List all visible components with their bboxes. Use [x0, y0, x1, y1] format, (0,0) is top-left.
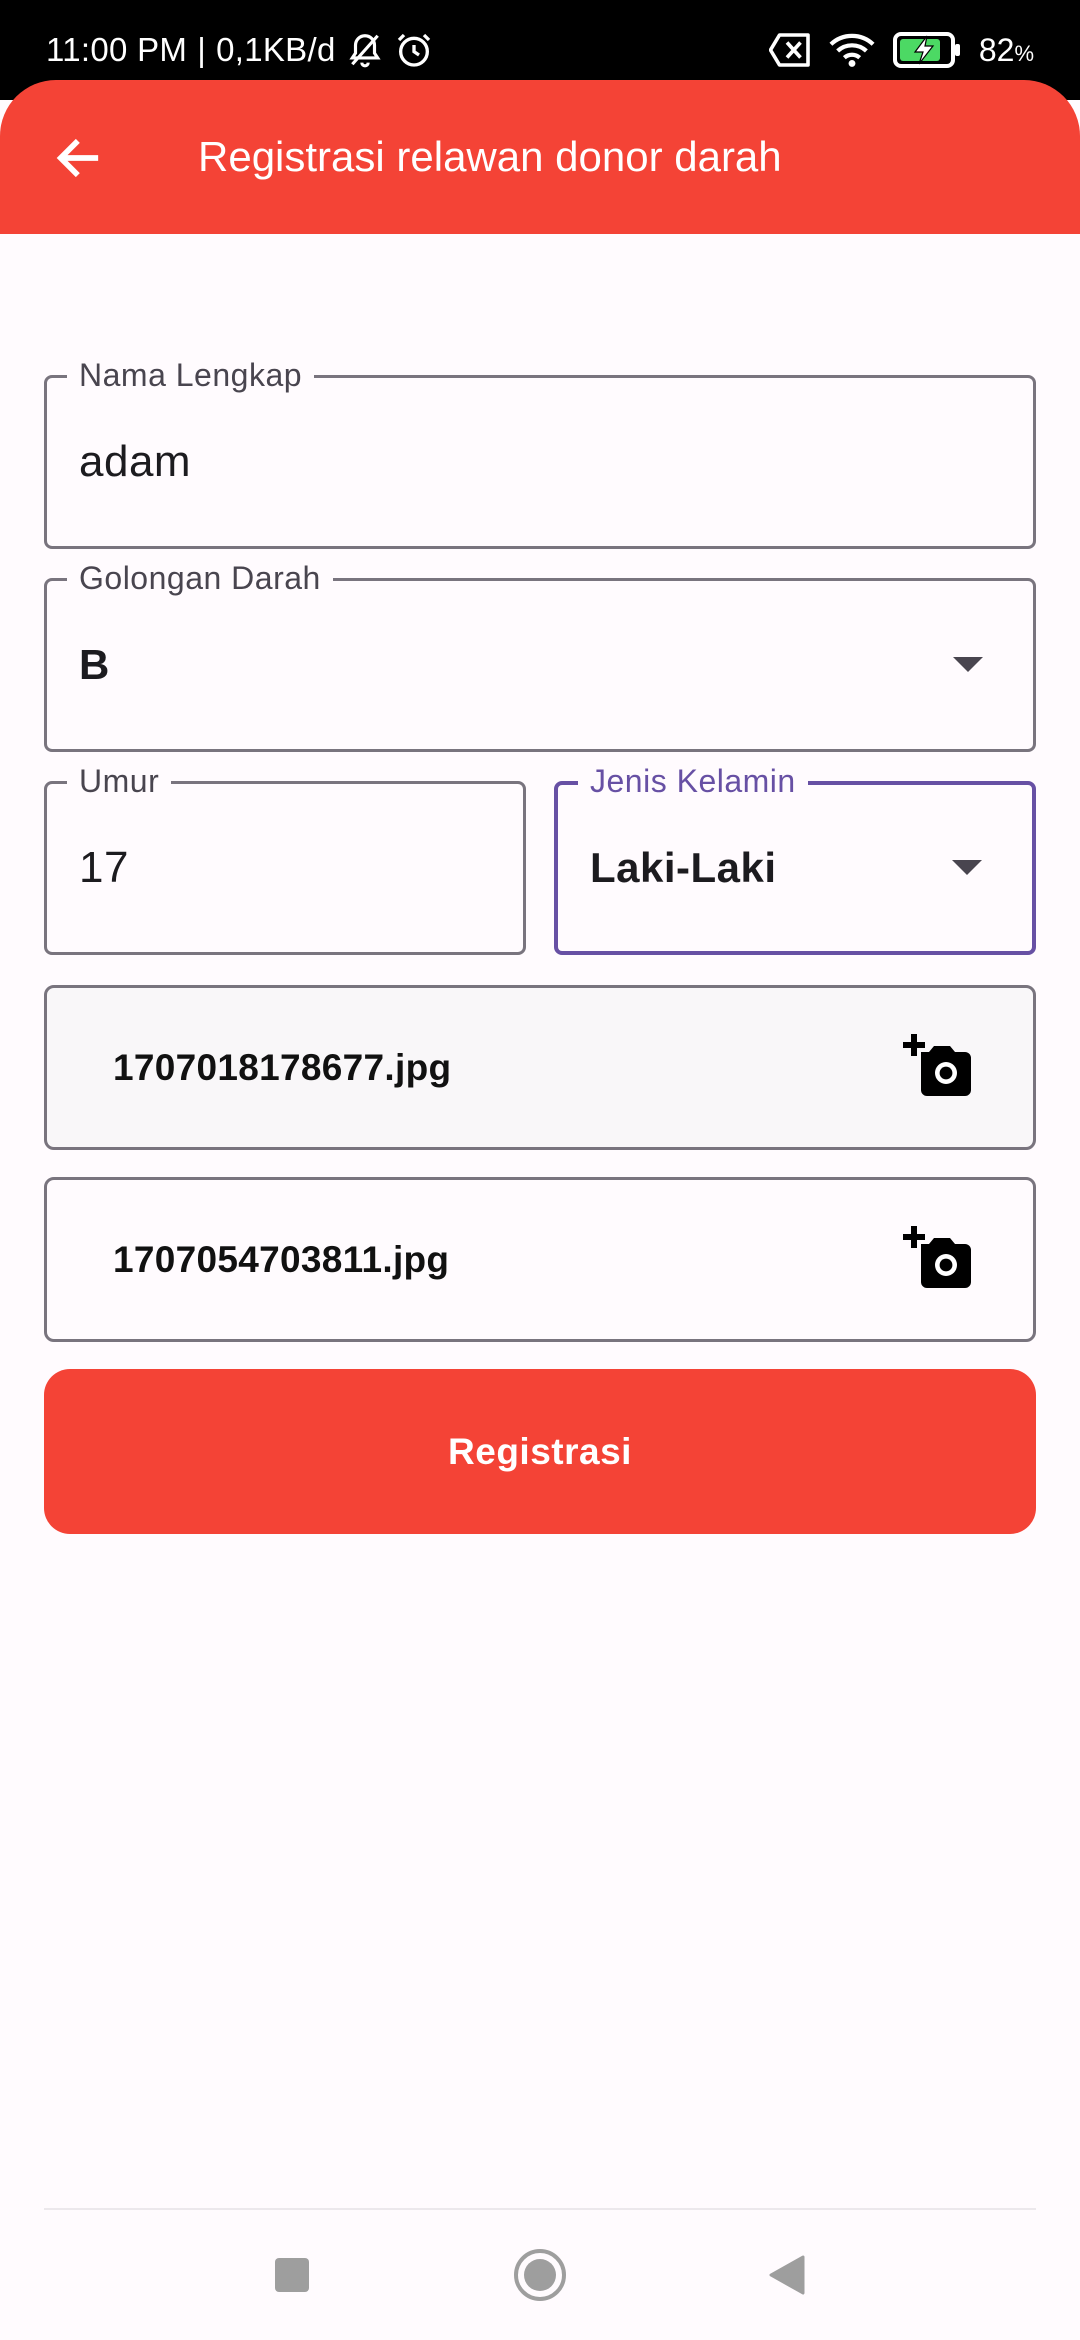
arrow-drop-down-icon [953, 657, 983, 672]
arrow-drop-down-icon [952, 860, 982, 875]
battery-percent-value: 82 [978, 31, 1015, 68]
battery-percent-unit: % [1014, 40, 1034, 66]
status-network-speed: 0,1KB/d [216, 31, 336, 68]
arrow-left-icon [56, 138, 99, 178]
app-bar: Registrasi relawan donor darah [0, 80, 1080, 234]
status-time: 11:00 PM [46, 31, 188, 68]
status-separator: | [197, 31, 207, 68]
triangle-left-icon [769, 2255, 805, 2295]
page-title: Registrasi relawan donor darah [198, 133, 782, 180]
no-sim-icon [768, 33, 810, 67]
golongan-darah-value: B [79, 641, 110, 688]
nav-recents-button[interactable] [232, 2210, 352, 2340]
photo-2-filename: 1707054703811.jpg [113, 1238, 450, 1280]
jenis-kelamin-value: Laki-Laki [590, 844, 777, 891]
nama-lengkap-field[interactable]: Nama Lengkap adam [44, 356, 1036, 549]
bell-off-icon [348, 34, 381, 68]
registrasi-button[interactable]: Registrasi [44, 1369, 1036, 1534]
add-a-photo-icon[interactable] [903, 1225, 971, 1288]
screen: 11:00 PM | 0,1KB/d 82% Registrasi relawa… [0, 0, 1080, 2340]
alarm-icon [397, 33, 430, 67]
nav-back-button[interactable] [726, 2210, 846, 2340]
nav-home-button[interactable] [480, 2210, 600, 2340]
battery-percent: 82% [979, 32, 1034, 69]
photo-picker-2[interactable]: 1707054703811.jpg [44, 1177, 1036, 1342]
back-button[interactable] [40, 120, 116, 196]
umur-value: 17 [79, 843, 129, 892]
umur-field[interactable]: Umur 17 [44, 762, 526, 955]
jenis-kelamin-dropdown[interactable]: Jenis Kelamin Laki-Laki [554, 762, 1036, 955]
square-icon [275, 2258, 309, 2292]
wifi-icon [829, 33, 875, 67]
golongan-darah-dropdown[interactable]: Golongan Darah B [44, 559, 1036, 752]
photo-1-filename: 1707018178677.jpg [113, 1046, 452, 1088]
add-a-photo-icon[interactable] [903, 1033, 971, 1096]
battery-charging-icon [892, 32, 960, 68]
nama-lengkap-value: adam [79, 437, 192, 486]
photo-picker-1[interactable]: 1707018178677.jpg [44, 985, 1036, 1150]
system-nav-bar [0, 2210, 1080, 2340]
circle-icon [514, 2249, 566, 2301]
